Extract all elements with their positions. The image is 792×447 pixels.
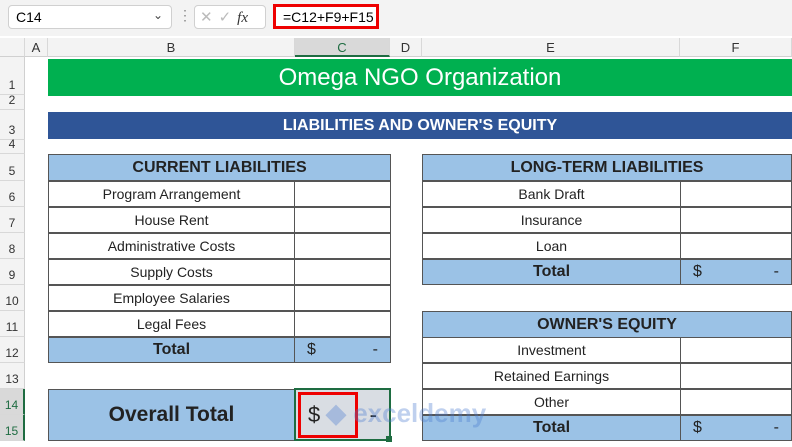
owners-equity-label: Retained Earnings [422, 363, 681, 389]
enter-icon[interactable]: ✓ [219, 9, 238, 26]
page-title: Omega NGO Organization [48, 59, 792, 96]
chevron-down-icon[interactable]: ⌄ [153, 8, 163, 22]
col-header-d[interactable]: D [390, 38, 422, 57]
long-term-total[interactable]: $ - [680, 259, 792, 285]
long-term-liability-label: Loan [422, 233, 681, 259]
col-header-a[interactable]: A [25, 38, 48, 57]
long-term-liability-label: Bank Draft [422, 181, 681, 207]
row-header-8[interactable]: 8 [0, 233, 25, 259]
value: - [773, 263, 779, 280]
formula-input[interactable]: =C12+F9+F15 [273, 4, 379, 29]
col-header-f[interactable]: F [680, 38, 792, 57]
current-liability-label: Administrative Costs [48, 233, 295, 259]
row-header-2[interactable]: 2 [0, 93, 25, 110]
row-header-1[interactable]: 1 [0, 57, 25, 95]
name-box-value: C14 [16, 9, 42, 25]
long-term-liabilities-header: LONG-TERM LIABILITIES [422, 154, 792, 181]
col-header-e[interactable]: E [422, 38, 680, 57]
value: - [372, 341, 378, 358]
long-term-liability-value[interactable] [680, 207, 792, 233]
row-header-6[interactable]: 6 [0, 181, 25, 207]
row-header-10[interactable]: 10 [0, 285, 25, 311]
current-liabilities-total[interactable]: $ - [294, 337, 391, 363]
overall-total-label: Overall Total [48, 389, 295, 441]
owners-equity-value[interactable] [680, 337, 792, 363]
col-header-b[interactable]: B [48, 38, 295, 57]
current-liability-value[interactable] [294, 207, 391, 233]
currency: $ [307, 341, 316, 358]
fill-handle[interactable] [386, 436, 392, 442]
currency: $ [693, 263, 702, 280]
owners-equity-value[interactable] [680, 363, 792, 389]
long-term-liability-label: Insurance [422, 207, 681, 233]
row-header-15[interactable]: 15 [0, 415, 25, 441]
currency: $ [693, 419, 702, 436]
current-liability-value[interactable] [294, 311, 391, 337]
current-liability-label: Supply Costs [48, 259, 295, 285]
current-liability-value[interactable] [294, 233, 391, 259]
current-liability-label: Employee Salaries [48, 285, 295, 311]
owners-equity-total[interactable]: $ - [680, 415, 792, 441]
owners-equity-header: OWNER'S EQUITY [422, 311, 792, 338]
current-liability-label: Legal Fees [48, 311, 295, 337]
current-liability-value[interactable] [294, 259, 391, 285]
row-header-11[interactable]: 11 [0, 311, 25, 337]
section-subtitle: LIABILITIES AND OWNER'S EQUITY [48, 112, 792, 139]
row-header-14[interactable]: 14 [0, 389, 25, 415]
formula-controls: ✕✓fx [194, 5, 266, 29]
row-header-12[interactable]: 12 [0, 337, 25, 363]
long-term-liability-value[interactable] [680, 233, 792, 259]
fx-icon[interactable]: fx [237, 10, 248, 26]
current-liability-value[interactable] [294, 181, 391, 207]
cancel-icon[interactable]: ✕ [200, 9, 219, 26]
more-icon: ⋮ [178, 7, 192, 23]
row-header-3[interactable]: 3 [0, 110, 25, 140]
col-header-c[interactable]: C [295, 38, 390, 57]
current-liability-value[interactable] [294, 285, 391, 311]
long-term-liability-value[interactable] [680, 181, 792, 207]
long-term-total-label: Total [422, 259, 681, 285]
value: - [773, 419, 779, 436]
select-all[interactable] [0, 38, 25, 57]
row-header-13[interactable]: 13 [0, 363, 25, 389]
current-liabilities-total-label: Total [48, 337, 295, 363]
name-box[interactable]: C14 ⌄ [8, 5, 172, 29]
current-liability-label: House Rent [48, 207, 295, 233]
row-header-4[interactable]: 4 [0, 137, 25, 154]
current-liabilities-header: CURRENT LIABILITIES [48, 154, 391, 181]
row-header-7[interactable]: 7 [0, 207, 25, 233]
watermark-logo: ◆ exceldemy [326, 398, 487, 428]
current-liability-label: Program Arrangement [48, 181, 295, 207]
owners-equity-value[interactable] [680, 389, 792, 415]
row-header-5[interactable]: 5 [0, 154, 25, 181]
owners-equity-label: Investment [422, 337, 681, 363]
row-header-9[interactable]: 9 [0, 259, 25, 285]
